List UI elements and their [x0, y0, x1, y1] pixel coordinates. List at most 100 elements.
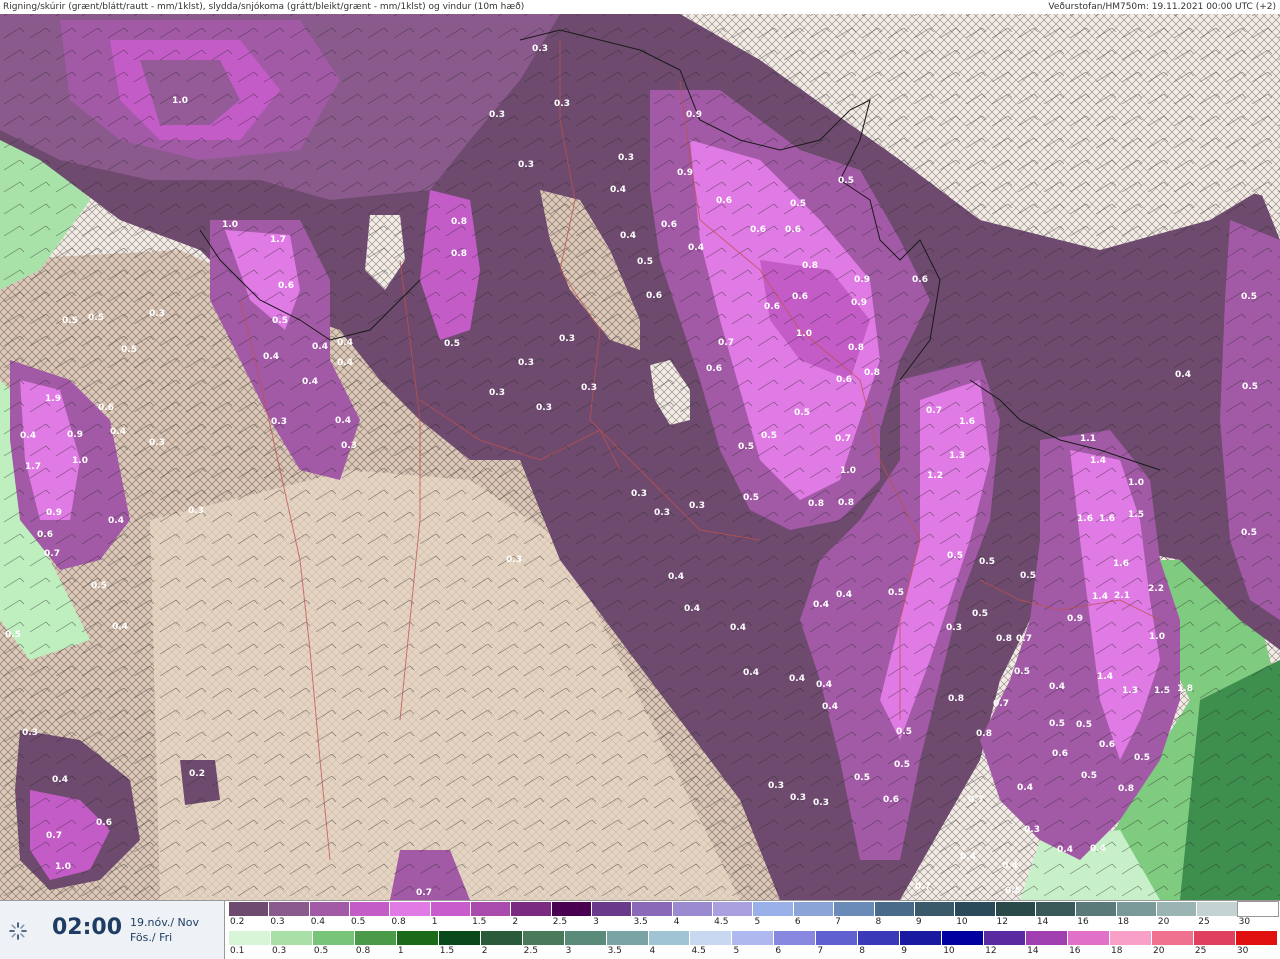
precip-value-label: 0.4: [822, 702, 838, 712]
precip-value-label: 0.8: [808, 499, 824, 509]
snow-legend-swatch: [471, 902, 512, 916]
snow-legend-label: 18: [1117, 917, 1130, 927]
precip-value-label: 0.3: [489, 388, 505, 398]
snow-legend-label: 7: [835, 917, 841, 927]
precip-value-label: 0.3: [654, 508, 670, 518]
precip-value-label: 0.6: [37, 530, 53, 540]
precip-value-label: 0.7: [44, 549, 60, 559]
precip-value-label: 0.3: [768, 781, 784, 791]
precip-value-label: 0.4: [1049, 682, 1065, 692]
snow-legend-swatch: [672, 902, 714, 916]
precip-value-label: 2.1: [1114, 591, 1130, 601]
rain-legend-swatch: [648, 931, 691, 945]
precip-value-label: 0.3: [581, 383, 597, 393]
precip-value-label: 0.7: [718, 338, 734, 348]
loading-spinner-icon[interactable]: [8, 921, 28, 941]
precip-value-label: 0.6: [278, 281, 294, 291]
precip-value-label: 0.4: [1002, 861, 1018, 871]
wind-barbs: [0, 14, 1280, 900]
snow-legend-swatch: [390, 902, 431, 916]
precip-value-label: 0.5: [1076, 720, 1092, 730]
snow-legend-label: 4: [673, 917, 680, 927]
precip-value-label: 0.5: [62, 316, 78, 326]
rain-legend-label: 14: [1027, 946, 1039, 956]
snow-legend-swatch: [592, 902, 633, 916]
precip-value-label: 0.4: [1175, 370, 1191, 380]
precip-value-label: 0.4: [20, 431, 36, 441]
precip-value-label: 0.5: [444, 339, 460, 349]
precip-value-label: 0.6: [98, 403, 114, 413]
precip-value-label: 1.0: [55, 862, 71, 872]
precip-value-label: 0.2: [189, 769, 205, 779]
precip-value-label: 0.5: [794, 408, 810, 418]
rain-legend-swatch: [522, 931, 565, 945]
precip-value-label: 1.6: [1113, 559, 1129, 569]
snow-legend-label: 0.3: [270, 917, 285, 927]
rain-legend-label: 0.5: [313, 946, 329, 956]
snow-legend-swatch: [1156, 902, 1198, 916]
header-source-time: Veðurstofan/HM750m: 19.11.2021 00:00 UTC…: [1048, 2, 1276, 12]
precip-value-label: 0.5: [1020, 571, 1036, 581]
precip-value-label: 0.5: [894, 760, 910, 770]
rain-legend-swatch: [1026, 931, 1069, 945]
snow-legend-swatch: [1035, 902, 1077, 916]
snow-legend-label: 10: [956, 917, 968, 927]
forecast-map[interactable]: 1.0 0.3 0.3 0.3 0.3 0.3 0.9 0.9 0.4 0.5 0.6 0.5 0.6 0…: [0, 14, 1280, 900]
rain-legend-swatch: [312, 931, 355, 945]
precip-value-label: 0.3: [22, 728, 38, 738]
rain-legend-label: 4: [649, 946, 656, 956]
snow-legend-label: 25: [1198, 917, 1210, 927]
snow-legend-swatch: [229, 902, 270, 916]
rain-legend-swatch: [354, 931, 397, 945]
precip-value-label: 0.5: [743, 493, 759, 503]
precip-value-label: 0.4: [337, 358, 353, 368]
precip-value-label: 0.4: [816, 680, 832, 690]
precip-value-label: 0.3: [1024, 825, 1040, 835]
precip-value-label: 0.6: [646, 291, 662, 301]
precip-value-label: 1.5: [1154, 686, 1170, 696]
precip-value-label: 0.3: [518, 160, 534, 170]
rain-legend-label: 10: [943, 946, 955, 956]
precip-value-label: 1.0: [72, 456, 88, 466]
snow-legend-swatch: [713, 902, 754, 916]
precip-value-label: 0.6: [836, 375, 852, 385]
precip-value-label: 0.5: [272, 316, 288, 326]
map-header: Rigning/skúrir (grænt/blátt/rautt - mm/1…: [0, 0, 1280, 15]
precip-value-label: 0.9: [854, 275, 870, 285]
precip-value-label: 0.6: [1099, 740, 1115, 750]
precip-value-label: 1.5: [1128, 510, 1144, 520]
snow-legend-label: 9: [915, 917, 922, 927]
rain-legend-swatch: [1151, 931, 1194, 945]
precip-value-label: 1.1: [1080, 434, 1096, 444]
snow-legend-swatch: [793, 902, 835, 916]
precip-value-label: 1.6: [1077, 514, 1093, 524]
precip-value-label: 0.4: [730, 623, 746, 633]
precip-value-label: 0.5: [854, 773, 870, 783]
rain-legend-swatch: [438, 931, 481, 945]
rain-legend-label: 0.3: [271, 946, 287, 956]
precip-value-label: 1.4: [1092, 592, 1108, 602]
precip-value-label: 0.5: [1242, 382, 1258, 392]
precip-value-label: 0.5: [790, 199, 806, 209]
precip-value-label: 0.8: [848, 343, 864, 353]
precip-value-label: 0.4: [789, 674, 805, 684]
precip-value-label: 0.8: [802, 261, 818, 271]
rain-legend-label: 8: [859, 946, 866, 956]
precip-value-label: 1.0: [1128, 478, 1144, 488]
precip-value-label: 0.4: [263, 352, 279, 362]
precip-value-label: 0.6: [785, 225, 801, 235]
precip-value-label: 0.9: [67, 430, 83, 440]
rain-legend-label: 20: [1152, 946, 1165, 956]
precip-value-label: 0.4: [668, 572, 684, 582]
precip-value-label: 0.4: [312, 342, 328, 352]
snow-legend-label: 1.5: [472, 917, 487, 927]
precip-value-label: 0.6: [96, 818, 112, 828]
precip-value-label: 0.5: [1134, 753, 1150, 763]
precip-value-label: 0.3: [536, 403, 552, 413]
snow-legend-label: 5: [754, 917, 761, 927]
snow-legend-label: 0.4: [310, 917, 326, 927]
precip-value-label: 0.4: [302, 377, 318, 387]
precip-value-label: 0.9: [677, 168, 693, 178]
precip-value-label: 0.3: [506, 555, 522, 565]
precip-value-label: 0.8: [976, 729, 992, 739]
